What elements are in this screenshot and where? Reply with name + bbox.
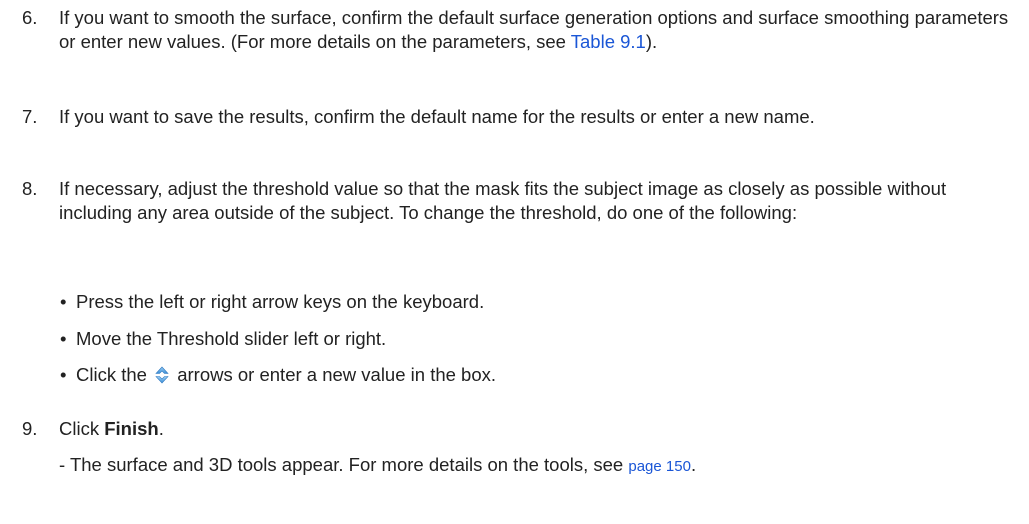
step-number: 6. [22,7,38,28]
step-9-result: - The surface and 3D tools appear. For m… [59,453,1019,479]
step-number: 7. [22,106,38,127]
instruction-document: 6. If you want to smooth the surface, co… [0,0,1029,524]
table-9-1-link[interactable]: Table 9.1 [571,31,646,52]
step-number: 9. [22,418,38,439]
bullet-dot: • [60,328,67,349]
step-8: 8. If necessary, adjust the threshold va… [22,177,1022,225]
bullet-item: • Press the left or right arrow keys on t… [60,290,1010,314]
bullet-text-start: Click the [76,364,147,385]
page-150-link[interactable]: page 150 [628,458,691,475]
bullet-text: Move the Threshold slider left or right. [76,328,387,349]
step-9-text: Click Finish. [59,417,1019,441]
step-text: If you want to smooth the surface, confi… [59,6,1019,54]
step-9: 9. Click Finish. [22,417,1022,441]
finish-label: Finish [104,418,159,439]
step-8-text: If necessary, adjust the threshold value… [59,178,947,223]
step-7-text: If you want to save the results, confirm… [59,106,815,127]
bullet-dot: • [60,364,67,385]
step-6-text: If you want to smooth the surface, confi… [59,7,1009,52]
step-9-text-start: Click [59,418,105,439]
up-down-arrows-icon [155,366,169,384]
step-6: 6. If you want to smooth the surface, co… [22,6,1022,54]
bullet-dot: • [60,291,67,312]
bullet-item: • Move the Threshold slider left or right… [60,327,1010,351]
step-7: 7. If you want to save the results, conf… [22,105,1022,129]
bullet-text-end: arrows or enter a new value in the box. [177,364,497,385]
result-text: - The surface and 3D tools appear. For m… [59,454,629,475]
bullet-text: Press the left or right arrow keys on th… [76,291,485,312]
result-text-end: . [690,454,697,475]
step-9-text-end: . [158,418,164,439]
bullet-item: • Click the arrows or enter a new value i… [60,363,1010,387]
step-number: 8. [22,178,38,199]
step-6-text-end: ). [645,31,658,52]
